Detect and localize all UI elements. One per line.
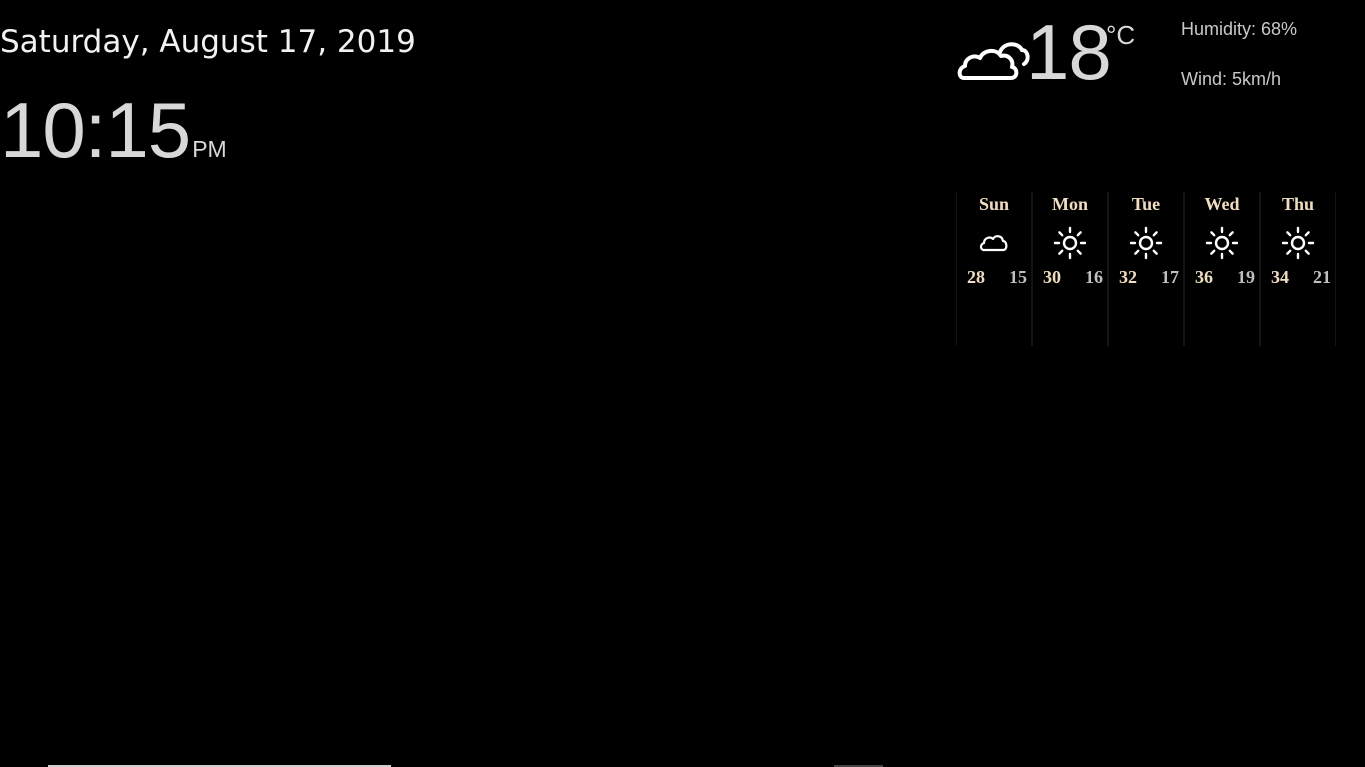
forecast-day-name: Sun <box>978 194 1010 214</box>
forecast-low: 16 <box>1085 267 1103 287</box>
sun-icon <box>1205 226 1239 260</box>
cloudy-icon <box>957 42 1030 80</box>
forecast-list: Sun 28 15 Mon 30 16 Tue 32 17 Wed 36 19 … <box>956 192 1336 346</box>
time-ampm: PM <box>192 136 227 162</box>
humidity-label: Humidity: 68% <box>1181 19 1298 39</box>
forecast-high: 28 <box>967 267 985 287</box>
temperature-unit: °C <box>1106 20 1136 50</box>
forecast-day-name: Thu <box>1281 194 1315 214</box>
forecast-day: Tue 32 17 <box>1108 192 1184 346</box>
forecast-low: 21 <box>1313 267 1331 287</box>
forecast-high: 34 <box>1271 267 1289 287</box>
sun-icon <box>1053 226 1087 260</box>
forecast-low: 15 <box>1009 267 1027 287</box>
forecast-low: 19 <box>1237 267 1255 287</box>
cloud-icon <box>979 235 1008 252</box>
weather-details: Humidity: 68% Wind: 5km/h <box>1181 18 1297 118</box>
forecast-low: 17 <box>1161 267 1179 287</box>
forecast-day: Wed 36 19 <box>1184 192 1260 346</box>
forecast-high: 36 <box>1195 267 1213 287</box>
forecast-day-name: Wed <box>1204 194 1240 214</box>
forecast-day: Thu 34 21 <box>1260 192 1336 346</box>
forecast-day-name: Tue <box>1131 194 1161 214</box>
forecast-day: Sun 28 15 <box>956 192 1032 346</box>
forecast-day-name: Mon <box>1052 194 1088 214</box>
sun-icon <box>1281 226 1315 260</box>
current-weather: 18 °C <box>956 10 1156 94</box>
clock-time: 10:15PM <box>0 88 227 172</box>
date-label: Saturday, August 17, 2019 <box>0 24 416 60</box>
forecast-high: 30 <box>1043 267 1061 287</box>
time-value: 10:15 <box>0 86 191 174</box>
wind-label: Wind: 5km/h <box>1181 69 1282 89</box>
sun-icon <box>1129 226 1163 260</box>
forecast-high: 32 <box>1119 267 1137 287</box>
forecast-day: Mon 30 16 <box>1032 192 1108 346</box>
current-temperature: 18 <box>1026 8 1112 96</box>
